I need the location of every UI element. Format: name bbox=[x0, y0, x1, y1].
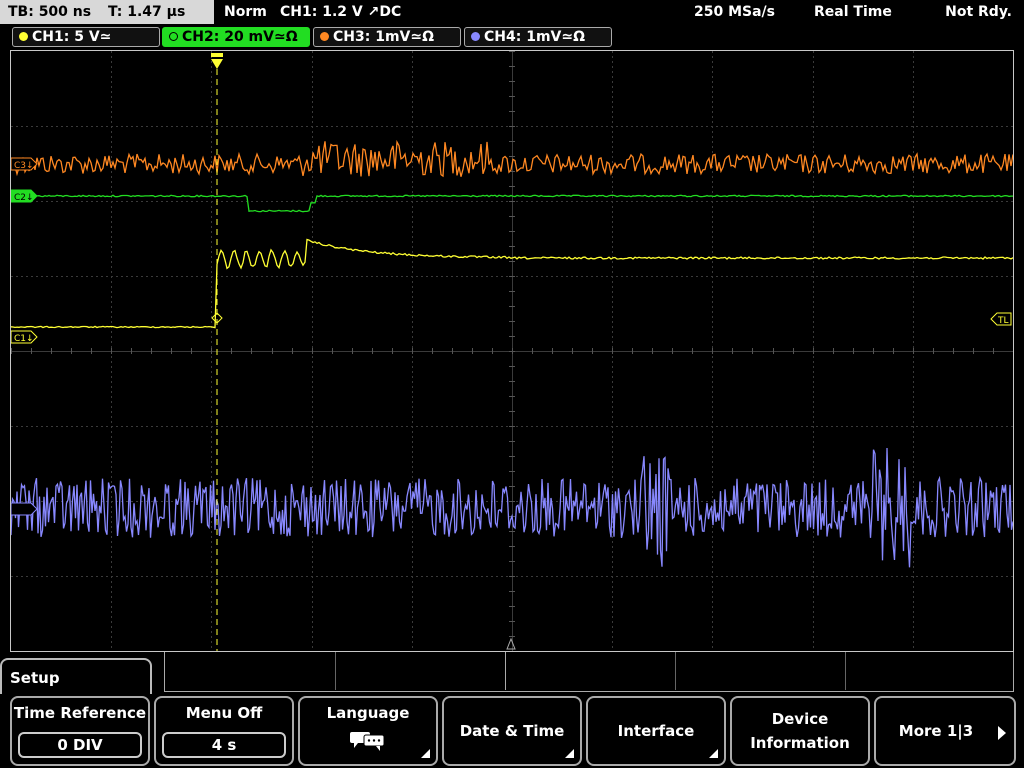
ch2-label: CH2: 20 mV≃Ω bbox=[182, 29, 298, 45]
aux-divider bbox=[675, 652, 676, 690]
submenu-indicator-icon bbox=[709, 749, 718, 758]
trigger-position-icon bbox=[211, 53, 223, 69]
horizontal-reference-icon bbox=[506, 637, 516, 650]
menu-off-value: 4 s bbox=[162, 732, 286, 758]
ch2-marker-label: C2↓ bbox=[14, 193, 34, 203]
menu-title-setup: Setup bbox=[0, 658, 152, 694]
date-time-label: Date & Time bbox=[459, 722, 565, 740]
ch1-marker-label: C1↓ bbox=[14, 334, 34, 344]
device-information-button[interactable]: Device Information bbox=[730, 696, 870, 766]
next-page-arrow-icon bbox=[998, 726, 1006, 740]
ch2-reference-marker: C2↓ bbox=[11, 189, 38, 203]
trigger-state: Not Rdy. bbox=[945, 4, 1012, 20]
ch3-label: CH3: 1mV≃Ω bbox=[333, 29, 435, 45]
submenu-indicator-icon bbox=[565, 749, 574, 758]
more-button[interactable]: More 1|3 bbox=[874, 696, 1016, 766]
device-info-line2: Information bbox=[750, 734, 850, 752]
ch3-reference-marker: C3↓ bbox=[11, 157, 38, 171]
ch4-label: CH4: 1mV≃Ω bbox=[484, 29, 586, 45]
ch3-marker-label: C3↓ bbox=[14, 161, 34, 171]
time-reference-label: Time Reference bbox=[13, 704, 147, 722]
aux-divider bbox=[335, 652, 336, 690]
device-info-line1: Device bbox=[771, 710, 829, 728]
language-button[interactable]: Language bbox=[298, 696, 438, 766]
trigger-level-marker: TL bbox=[990, 312, 1012, 326]
trigger-time-readout: T: 1.47 µs bbox=[107, 4, 186, 20]
trigger-info[interactable]: CH1: 1.2 V ↗DC bbox=[280, 0, 401, 24]
waveform-display[interactable]: C3↓ C2↓ C1↓ TL bbox=[10, 50, 1014, 652]
channel-tab-ch3[interactable]: CH3: 1mV≃Ω bbox=[313, 27, 461, 47]
acquisition-mode: Real Time bbox=[814, 4, 892, 20]
status-bar: TB: 500 ns T: 1.47 µs Norm CH1: 1.2 V ↗D… bbox=[0, 0, 1024, 24]
time-reference-button[interactable]: Time Reference 0 DIV bbox=[10, 696, 150, 766]
speech-bubbles-icon bbox=[348, 728, 388, 756]
timebase-panel[interactable]: TB: 500 ns T: 1.47 µs bbox=[0, 0, 214, 24]
ch2-color-dot bbox=[169, 32, 178, 41]
trigger-level-label: TL bbox=[997, 316, 1009, 326]
zoom-overview-strip bbox=[164, 652, 1014, 692]
submenu-indicator-icon bbox=[421, 749, 430, 758]
language-label: Language bbox=[326, 704, 410, 722]
channel-tab-ch1[interactable]: CH1: 5 V≃ bbox=[12, 27, 160, 47]
aux-divider bbox=[505, 652, 506, 690]
menu-off-label: Menu Off bbox=[185, 704, 263, 722]
ch4-color-dot bbox=[471, 32, 480, 41]
date-time-button[interactable]: Date & Time bbox=[442, 696, 582, 766]
waveform-canvas: C3↓ C2↓ C1↓ TL bbox=[11, 51, 1013, 651]
interface-button[interactable]: Interface bbox=[586, 696, 726, 766]
channel-tab-ch2[interactable]: CH2: 20 mV≃Ω bbox=[162, 27, 310, 47]
interface-label: Interface bbox=[617, 722, 695, 740]
ch1-reference-marker: C1↓ bbox=[11, 330, 38, 344]
graticule-grid bbox=[11, 51, 1013, 651]
channel-tab-ch4[interactable]: CH4: 1mV≃Ω bbox=[464, 27, 612, 47]
sample-rate: 250 MSa/s bbox=[694, 4, 776, 20]
timebase-readout: TB: 500 ns bbox=[8, 4, 92, 20]
ch1-color-dot bbox=[19, 32, 28, 41]
ch4-reference-marker bbox=[11, 502, 38, 516]
aux-divider bbox=[845, 652, 846, 690]
ch1-label: CH1: 5 V≃ bbox=[32, 29, 112, 45]
ch3-color-dot bbox=[320, 32, 329, 41]
trigger-mode[interactable]: Norm bbox=[224, 0, 267, 24]
time-reference-value: 0 DIV bbox=[18, 732, 142, 758]
more-label: More 1|3 bbox=[898, 722, 974, 740]
menu-off-button[interactable]: Menu Off 4 s bbox=[154, 696, 294, 766]
